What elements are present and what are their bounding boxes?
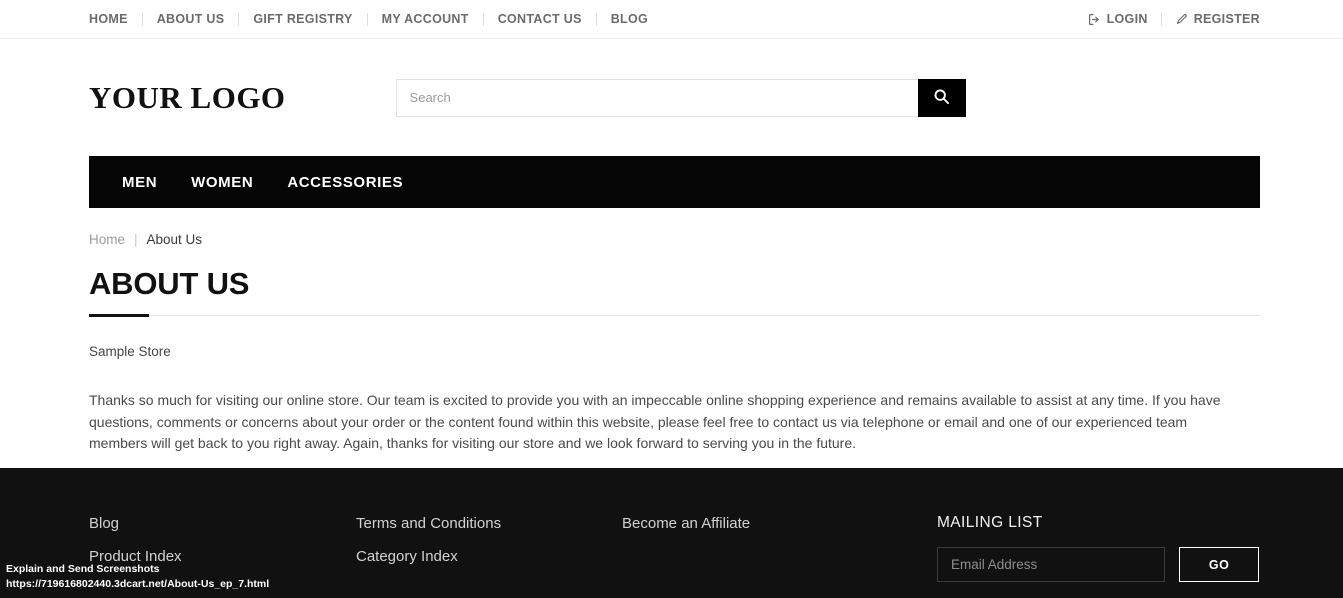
search-icon: [933, 88, 950, 108]
status-overlay: Explain and Send Screenshots https://719…: [0, 562, 275, 592]
status-overlay-url: https://719616802440.3dcart.net/About-Us…: [6, 578, 270, 590]
login-link[interactable]: LOGIN: [1075, 11, 1162, 26]
breadcrumb: Home | About Us: [89, 208, 1260, 247]
email-address-input[interactable]: [937, 547, 1166, 582]
page-title: ABOUT US: [89, 266, 250, 301]
mailing-list-go-button[interactable]: GO: [1179, 547, 1259, 582]
mailing-list-section: MAILING LIST GO: [937, 514, 1259, 598]
footer-column-2: Terms and Conditions Category Index: [356, 514, 622, 598]
mainnav-item-accessories[interactable]: ACCESSORIES: [270, 174, 420, 191]
status-overlay-title: Explain and Send Screenshots: [6, 563, 160, 575]
page-content: Sample Store Thanks so much for visiting…: [89, 316, 1260, 455]
mailing-list-title: MAILING LIST: [937, 514, 1043, 531]
top-navigation: HOME ABOUT US GIFT REGISTRY MY ACCOUNT C…: [89, 12, 662, 26]
breadcrumb-home[interactable]: Home: [89, 232, 125, 247]
search-input[interactable]: [395, 78, 918, 117]
store-name: Sample Store: [89, 344, 171, 359]
title-divider: [89, 314, 1260, 317]
header-zone: YOUR LOGO: [0, 39, 1343, 156]
footer-link-category-index[interactable]: Category Index: [356, 547, 622, 567]
topnav-item-blog[interactable]: BLOG: [597, 12, 662, 26]
site-logo[interactable]: YOUR LOGO: [89, 80, 286, 116]
mailing-list-form: GO: [937, 547, 1259, 582]
breadcrumb-separator: |: [134, 232, 138, 247]
topnav-item-home[interactable]: HOME: [89, 12, 143, 26]
mainnav-item-men[interactable]: MEN: [105, 174, 174, 191]
pencil-icon: [1175, 13, 1188, 26]
mainnav-item-women[interactable]: WOMEN: [174, 174, 270, 191]
login-label: LOGIN: [1106, 11, 1148, 26]
topnav-item-contact-us[interactable]: CONTACT US: [484, 12, 597, 26]
main-navigation: MEN WOMEN ACCESSORIES: [89, 156, 1260, 208]
top-utility-bar: HOME ABOUT US GIFT REGISTRY MY ACCOUNT C…: [0, 0, 1343, 39]
topnav-item-my-account[interactable]: MY ACCOUNT: [368, 12, 484, 26]
footer-link-become-an-affiliate[interactable]: Become an Affiliate: [622, 514, 937, 534]
topnav-item-gift-registry[interactable]: GIFT REGISTRY: [239, 12, 368, 26]
sign-in-icon: [1088, 13, 1101, 26]
breadcrumb-current: About Us: [146, 232, 203, 247]
footer-link-blog[interactable]: Blog: [89, 514, 356, 534]
page-root: HOME ABOUT US GIFT REGISTRY MY ACCOUNT C…: [0, 0, 1343, 598]
about-body-text: Thanks so much for visiting our online s…: [89, 392, 1221, 451]
search-button[interactable]: [917, 78, 966, 117]
footer-link-terms-and-conditions[interactable]: Terms and Conditions: [356, 514, 622, 534]
register-label: REGISTER: [1193, 11, 1260, 26]
register-link[interactable]: REGISTER: [1162, 11, 1260, 26]
page-title-block: ABOUT US: [89, 247, 1260, 317]
topnav-item-about-us[interactable]: ABOUT US: [143, 12, 240, 26]
search-bar: [395, 78, 966, 117]
account-links: LOGIN REGISTER: [1075, 11, 1260, 26]
footer-column-3: Become an Affiliate: [622, 514, 937, 598]
